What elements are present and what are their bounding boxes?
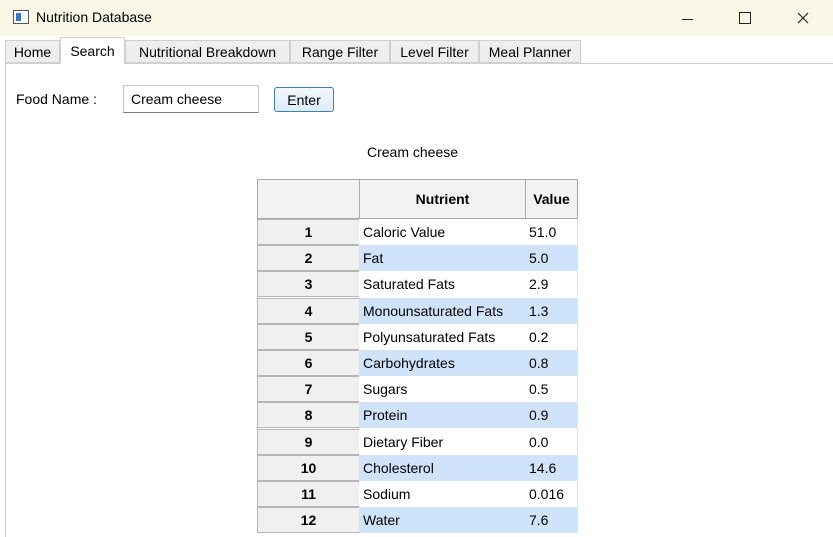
cell-nutrient[interactable]: Sugars <box>359 376 526 403</box>
tab-search[interactable]: Search <box>60 37 125 64</box>
row-index: 2 <box>257 245 360 272</box>
close-button[interactable] <box>780 0 826 36</box>
row-index: 10 <box>257 454 360 481</box>
cell-value[interactable]: 0.9 <box>525 402 578 429</box>
cell-nutrient[interactable]: Cholesterol <box>359 454 526 481</box>
cell-value[interactable]: 0.8 <box>525 350 578 376</box>
cell-value[interactable]: 51.0 <box>525 219 578 245</box>
cell-value[interactable]: 0.0 <box>525 428 578 455</box>
tab-range-filter[interactable]: Range Filter <box>290 40 390 63</box>
cell-nutrient[interactable]: Water <box>359 507 526 534</box>
food-name-label: Food Name : <box>16 91 97 107</box>
tab-meal-planner[interactable]: Meal Planner <box>479 40 581 63</box>
enter-button[interactable]: Enter <box>274 87 334 112</box>
cell-nutrient[interactable]: Dietary Fiber <box>359 428 526 455</box>
cell-value[interactable]: 5.0 <box>525 245 578 272</box>
row-index: 4 <box>257 297 360 324</box>
maximize-icon <box>739 12 751 24</box>
row-index: 8 <box>257 402 360 429</box>
row-index: 5 <box>257 323 360 350</box>
cell-value[interactable]: 0.016 <box>525 481 578 507</box>
table-header-value[interactable]: Value <box>525 179 578 219</box>
close-icon <box>797 12 809 24</box>
food-name-input[interactable] <box>123 85 259 113</box>
tab-level-filter[interactable]: Level Filter <box>390 40 479 63</box>
row-index: 7 <box>257 376 360 403</box>
cell-value[interactable]: 7.6 <box>525 507 578 534</box>
row-index: 3 <box>257 271 360 298</box>
cell-nutrient[interactable]: Polyunsaturated Fats <box>359 323 526 350</box>
cell-nutrient[interactable]: Protein <box>359 402 526 429</box>
cell-nutrient[interactable]: Monounsaturated Fats <box>359 297 526 324</box>
cell-nutrient[interactable]: Fat <box>359 245 526 272</box>
maximize-button[interactable] <box>722 0 768 36</box>
cell-nutrient[interactable]: Sodium <box>359 481 526 507</box>
cell-value[interactable]: 0.5 <box>525 376 578 403</box>
table-header-nutrient[interactable]: Nutrient <box>359 179 526 219</box>
minimize-button[interactable] <box>664 0 710 36</box>
result-title: Cream cheese <box>367 144 459 160</box>
cell-value[interactable]: 2.9 <box>525 271 578 298</box>
cell-nutrient[interactable]: Carbohydrates <box>359 350 526 376</box>
cell-value[interactable]: 1.3 <box>525 297 578 324</box>
tab-nutritional-breakdown[interactable]: Nutritional Breakdown <box>125 40 290 63</box>
row-index: 9 <box>257 428 360 455</box>
cell-value[interactable]: 14.6 <box>525 454 578 481</box>
row-index: 6 <box>257 350 360 376</box>
window-app-icon <box>13 10 29 24</box>
row-index: 1 <box>257 219 360 245</box>
tab-home[interactable]: Home <box>5 40 60 63</box>
title-bar: Nutrition Database <box>0 0 833 36</box>
window-title: Nutrition Database <box>36 9 152 25</box>
minimize-icon <box>681 18 693 20</box>
cell-nutrient[interactable]: Caloric Value <box>359 219 526 245</box>
cell-nutrient[interactable]: Saturated Fats <box>359 271 526 298</box>
cell-value[interactable]: 0.2 <box>525 323 578 350</box>
row-index: 11 <box>257 481 360 507</box>
table-header-index[interactable] <box>257 179 360 219</box>
row-index: 12 <box>257 507 360 534</box>
